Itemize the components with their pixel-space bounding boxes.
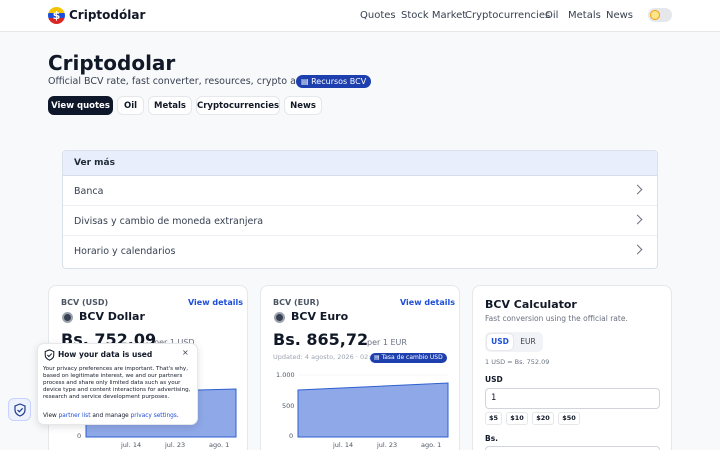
- logo-symbol: $: [52, 9, 61, 22]
- bcv-calculator-card: BCV Calculator Fast conversion using the…: [472, 285, 672, 450]
- nav-quotes[interactable]: Quotes: [360, 10, 396, 21]
- privacy-popup-title: How your data is used: [58, 350, 153, 359]
- logo-icon[interactable]: $: [48, 7, 65, 24]
- nav-oil[interactable]: Oil: [545, 10, 558, 21]
- exchange-rate-text: 1 USD = Bs. 752.09: [485, 358, 550, 366]
- shield-check-icon: [14, 403, 26, 417]
- quick-amount-50[interactable]: $50: [558, 412, 580, 425]
- privacy-popup: How your data is used × Your privacy pre…: [37, 343, 198, 425]
- accordion-item-horario[interactable]: Horario y calendarios: [63, 236, 657, 266]
- eur-chart: [297, 374, 449, 438]
- x-tick: jul. 14: [333, 441, 354, 449]
- sun-icon: [650, 10, 660, 20]
- view-quotes-button[interactable]: View quotes: [48, 96, 113, 115]
- usd-amount-input[interactable]: 1: [485, 388, 660, 409]
- news-button[interactable]: News: [284, 96, 322, 115]
- currency-segmented-control: USD EUR: [485, 332, 543, 352]
- x-tick: jul. 23: [165, 441, 186, 449]
- bcv-euro-card: BCV (EUR) View details BCV Euro Bs. 865,…: [260, 285, 460, 450]
- tab-eur[interactable]: EUR: [515, 334, 541, 350]
- ver-mas-accordion: Ver más Banca Divisas y cambio de moneda…: [62, 150, 658, 269]
- theme-toggle[interactable]: [648, 8, 672, 22]
- privacy-settings-link[interactable]: privacy settings: [131, 413, 177, 419]
- chevron-right-icon: [632, 184, 643, 195]
- close-icon[interactable]: ×: [182, 348, 189, 357]
- tab-usd[interactable]: USD: [487, 334, 513, 350]
- nav-cryptocurrencies[interactable]: Cryptocurrencies: [465, 10, 550, 21]
- recursos-bcv-badge[interactable]: ▤ Recursos BCV: [296, 75, 372, 88]
- quick-amount-10[interactable]: $10: [506, 412, 528, 425]
- usd-label: USD: [485, 375, 503, 384]
- privacy-popup-body: Your privacy preferences are important. …: [43, 366, 191, 400]
- page-subtitle: Official BCV rate, fast converter, resou…: [48, 76, 339, 87]
- nav-stock-market[interactable]: Stock Market: [401, 10, 466, 21]
- partner-list-link[interactable]: partner list: [59, 413, 91, 419]
- nav-metals[interactable]: Metals: [568, 10, 601, 21]
- y-tick: 500: [282, 402, 295, 410]
- calculator-subtitle: Fast conversion using the official rate.: [485, 314, 628, 323]
- x-tick: ago. 1: [209, 441, 230, 449]
- accordion-item-divisas[interactable]: Divisas y cambio de moneda extranjera: [63, 206, 657, 236]
- y-tick: 0: [77, 432, 82, 440]
- x-tick: ago. 1: [421, 441, 442, 449]
- brand-name[interactable]: Criptodólar: [69, 8, 145, 22]
- accordion-item-banca[interactable]: Banca: [63, 176, 657, 206]
- chevron-right-icon: [632, 214, 643, 225]
- bs-amount-input[interactable]: [485, 446, 660, 450]
- cryptocurrencies-button[interactable]: Cryptocurrencies: [196, 96, 280, 115]
- metals-button[interactable]: Metals: [148, 96, 192, 115]
- page-title: Criptodolar: [48, 51, 176, 75]
- x-tick: jul. 14: [121, 441, 142, 449]
- privacy-popup-footer: View partner list and manage privacy set…: [43, 413, 179, 419]
- calculator-title: BCV Calculator: [485, 298, 577, 311]
- shield-check-icon: [44, 349, 55, 361]
- quick-amount-20[interactable]: $20: [532, 412, 554, 425]
- y-tick: 0: [289, 432, 294, 440]
- eur-chart-area: [297, 382, 449, 438]
- chevron-right-icon: [632, 244, 643, 255]
- bs-label: Bs.: [485, 434, 499, 443]
- quick-amount-5[interactable]: $5: [485, 412, 502, 425]
- top-navbar: $ Criptodólar Quotes Stock Market Crypto…: [0, 0, 720, 32]
- x-tick: jul. 23: [377, 441, 398, 449]
- oil-button[interactable]: Oil: [117, 96, 144, 115]
- accordion-header[interactable]: Ver más: [63, 151, 657, 176]
- y-tick: 1.000: [276, 371, 295, 379]
- nav-news[interactable]: News: [606, 10, 633, 21]
- privacy-settings-button[interactable]: [8, 398, 31, 421]
